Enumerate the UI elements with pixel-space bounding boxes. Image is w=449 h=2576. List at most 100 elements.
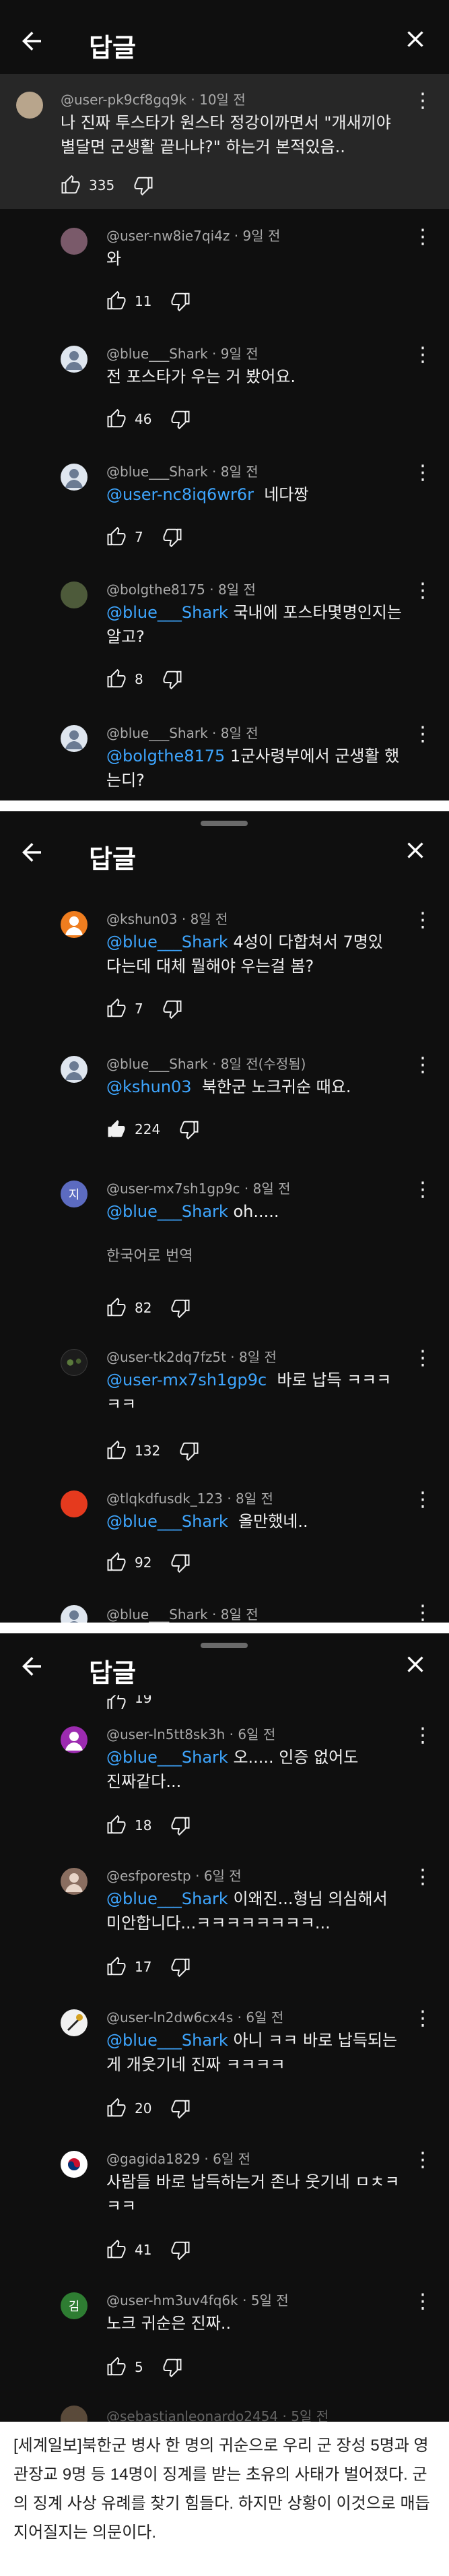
more-options-icon[interactable]: ⋮ [413,1178,433,1205]
comment-author[interactable]: @blue___Shark [106,464,208,480]
comment-author[interactable]: @user-mx7sh1gp9c [106,1181,240,1197]
close-icon[interactable] [402,1651,429,1685]
dislike-icon[interactable] [179,1119,199,1139]
like-icon[interactable] [106,1957,127,1977]
more-options-icon[interactable]: ⋮ [413,2007,433,2034]
mention-link[interactable]: @blue___Shark [106,1748,228,1767]
comment-author[interactable]: @bolgthe8175 [106,582,205,598]
like-icon[interactable] [106,1441,127,1461]
comment-author[interactable]: @sebastianleonardo2454 [106,2408,278,2422]
like-icon[interactable] [106,291,127,311]
more-options-icon[interactable]: ⋮ [413,722,433,749]
more-options-icon[interactable]: ⋮ [413,2290,433,2317]
mention-link[interactable]: @kshun03 [106,1077,192,1096]
dislike-icon[interactable] [170,1552,191,1573]
like-icon[interactable] [106,2240,127,2260]
like-icon[interactable] [106,2357,127,2377]
comment-author[interactable]: @kshun03 [106,911,177,927]
more-options-icon[interactable]: ⋮ [413,2148,433,2175]
arrow-left-icon[interactable] [18,27,51,61]
dislike-icon[interactable] [170,2098,191,2118]
dislike-icon[interactable] [170,1957,191,1977]
dislike-icon[interactable] [162,527,182,547]
more-options-icon[interactable]: ⋮ [413,1865,433,1892]
comment-author[interactable]: @blue___Shark [106,1056,208,1072]
more-options-icon[interactable]: ⋮ [413,1346,433,1373]
like-icon-filled[interactable] [106,1119,127,1139]
like-icon[interactable] [106,1815,127,1835]
comment-author[interactable]: @blue___Shark [106,725,208,741]
like-icon[interactable] [106,999,127,1019]
avatar[interactable] [61,1726,88,1753]
comment-author[interactable]: @user-ln2dw6cx4s [106,2009,233,2025]
like-icon[interactable] [106,669,127,689]
dislike-icon[interactable] [162,669,182,689]
more-options-icon[interactable]: ⋮ [413,1488,433,1515]
avatar[interactable] [61,1868,88,1895]
avatar[interactable]: 김 [61,2292,88,2319]
more-options-icon[interactable]: ⋮ [413,343,433,370]
mention-link[interactable]: @bolgthe8175 [106,747,225,765]
mention-link[interactable]: @blue___Shark [106,603,228,622]
avatar[interactable] [61,2009,88,2036]
dislike-icon[interactable] [170,1815,191,1835]
more-options-icon[interactable]: ⋮ [413,89,433,116]
mention-link[interactable]: @blue___Shark [106,1202,228,1221]
comment-author[interactable]: @tlqkdfusdk_123 [106,1490,223,1507]
avatar[interactable] [16,92,43,119]
dislike-icon[interactable] [170,1298,191,1318]
avatar[interactable] [61,725,88,752]
close-icon[interactable] [402,837,429,871]
comment-author[interactable]: @user-tk2dq7fz5t [106,1349,226,1365]
avatar[interactable] [61,1490,88,1517]
comment-author[interactable]: @user-pk9cf8gq9k [61,92,186,108]
avatar[interactable] [61,1349,88,1376]
dislike-icon[interactable] [162,2357,182,2377]
avatar[interactable] [61,464,88,491]
comment-author[interactable]: @esfporestp [106,1868,191,1884]
comment-author[interactable]: @user-nw8ie7qi4z [106,228,230,244]
close-icon[interactable] [402,26,429,60]
avatar[interactable] [61,1605,88,1623]
dislike-icon[interactable] [179,1441,199,1461]
avatar[interactable] [61,228,88,255]
more-options-icon[interactable]: ⋮ [413,225,433,252]
like-icon[interactable] [106,409,127,429]
more-options-icon[interactable]: ⋮ [413,1724,433,1751]
like-icon[interactable] [106,1298,127,1318]
avatar[interactable] [61,2151,88,2178]
dislike-icon[interactable] [162,999,182,1019]
dislike-icon[interactable] [170,291,191,311]
dislike-icon[interactable] [170,2240,191,2260]
like-icon[interactable] [106,2098,127,2118]
avatar[interactable] [61,911,88,938]
comment-author[interactable]: @user-ln5tt8sk3h [106,1726,225,1742]
like-icon[interactable] [106,1695,127,1709]
mention-link[interactable]: @user-nc8iq6wr6r [106,485,254,504]
more-options-icon[interactable]: ⋮ [413,908,433,935]
arrow-left-icon[interactable] [18,1652,51,1686]
avatar[interactable] [61,2406,88,2422]
more-options-icon[interactable]: ⋮ [413,461,433,488]
translate-link[interactable]: 한국어로 번역 [106,1244,193,1265]
mention-link[interactable]: @blue___Shark [106,1889,228,1908]
comment-author[interactable]: @gagida1829 [106,2151,200,2167]
arrow-left-icon[interactable] [18,838,51,872]
avatar[interactable] [61,346,88,373]
mention-link[interactable]: @user-mx7sh1gp9c [106,1371,267,1389]
more-options-icon[interactable]: ⋮ [413,1053,433,1080]
mention-link[interactable]: @blue___Shark [106,1512,228,1531]
like-icon[interactable] [61,175,81,195]
comment-author[interactable]: @user-hm3uv4fq6k [106,2292,238,2308]
avatar[interactable] [61,1056,88,1083]
mention-link[interactable]: @blue___Shark [106,2031,228,2050]
mention-link[interactable]: @blue___Shark [106,933,228,951]
avatar[interactable] [61,582,88,608]
more-options-icon[interactable]: ⋮ [413,1601,433,1623]
comment-author[interactable]: @blue___Shark [106,1606,208,1623]
avatar[interactable]: 지 [61,1181,88,1207]
dislike-icon[interactable] [133,175,153,195]
dislike-icon[interactable] [170,409,191,429]
comment-author[interactable]: @blue___Shark [106,346,208,362]
like-icon[interactable] [106,527,127,547]
